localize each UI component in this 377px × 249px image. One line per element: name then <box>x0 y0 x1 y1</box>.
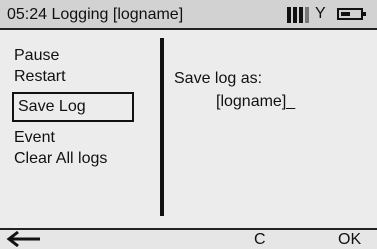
menu-list: Pause Restart Save Log Event Clear All l… <box>0 30 160 220</box>
c-softkey[interactable]: C <box>254 231 266 249</box>
battery-icon <box>337 8 366 20</box>
menu-item-clear-all-logs[interactable]: Clear All logs <box>14 149 107 169</box>
menu-item-restart[interactable]: Restart <box>14 67 66 87</box>
title-bar: 05:24 Logging [logname] Y <box>0 0 377 30</box>
ok-softkey[interactable]: OK <box>338 231 361 249</box>
back-arrow-icon[interactable] <box>6 230 42 248</box>
signal-bars-icon <box>287 7 311 23</box>
menu-item-pause[interactable]: Pause <box>14 46 59 66</box>
device-screen: 05:24 Logging [logname] Y Pause Restart … <box>0 0 377 249</box>
softkey-bar: C OK <box>0 228 377 249</box>
title-text: 05:24 Logging [logname] <box>7 6 184 23</box>
filename-input[interactable]: [logname]_ <box>216 92 295 112</box>
antenna-icon: Y <box>315 5 326 22</box>
menu-item-save-log[interactable]: Save Log <box>12 92 134 122</box>
panel-divider <box>160 38 164 216</box>
menu-item-event[interactable]: Event <box>14 128 55 148</box>
save-log-label: Save log as: <box>174 70 263 87</box>
save-log-panel: Save log as: [logname]_ <box>170 30 370 220</box>
